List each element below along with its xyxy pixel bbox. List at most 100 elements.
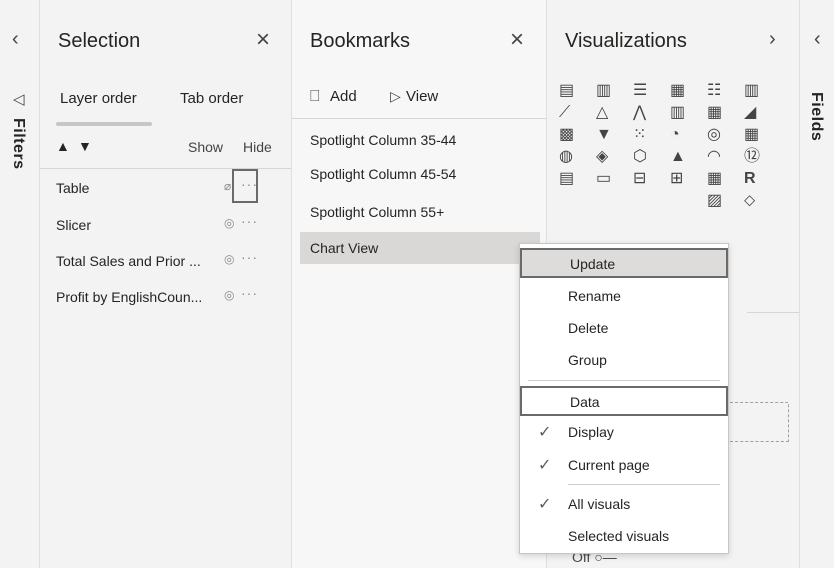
menu-item-label: All visuals bbox=[568, 496, 631, 512]
menu-item-data[interactable]: Data bbox=[520, 386, 728, 416]
add-bookmark-button[interactable]: Add bbox=[330, 88, 357, 105]
visual-type-icon[interactable]: ▥ bbox=[744, 80, 781, 102]
visual-type-icon[interactable]: R bbox=[744, 168, 781, 190]
eye-visible-icon[interactable]: ◎ bbox=[224, 216, 234, 230]
visual-type-icon[interactable] bbox=[559, 190, 596, 212]
divider bbox=[292, 118, 546, 119]
menu-item-label: Data bbox=[570, 394, 600, 410]
menu-item-current-page[interactable]: ✓ Current page bbox=[520, 451, 728, 481]
visual-type-icon[interactable]: ▦ bbox=[707, 168, 744, 190]
chevron-left-icon[interactable]: ‹ bbox=[814, 28, 821, 51]
layer-label: Profit by EnglishCoun... bbox=[56, 289, 203, 305]
visual-type-icon[interactable]: ▦ bbox=[670, 80, 707, 102]
visual-type-icon[interactable]: ▩ bbox=[559, 124, 596, 146]
visual-type-icon[interactable]: ◢ bbox=[744, 102, 781, 124]
visual-type-icon[interactable]: ◈ bbox=[596, 146, 633, 168]
menu-item-label: Current page bbox=[568, 457, 650, 473]
menu-item-delete[interactable]: Delete bbox=[520, 314, 728, 344]
bookmark-item[interactable]: Spotlight Column 45-54 bbox=[300, 158, 540, 190]
filters-label[interactable]: Filters bbox=[9, 118, 27, 170]
menu-item-label: Update bbox=[570, 256, 616, 272]
layer-label: Total Sales and Prior ... bbox=[56, 253, 201, 269]
menu-item-label: Delete bbox=[568, 320, 609, 336]
menu-item-all-visuals[interactable]: ✓ All visuals bbox=[520, 490, 728, 520]
visual-type-icon[interactable]: ▥ bbox=[670, 102, 707, 124]
more-options-icon[interactable]: ··· bbox=[241, 249, 258, 265]
layer-item-profit[interactable]: Profit by EnglishCoun... ◎ ··· bbox=[56, 285, 281, 311]
visual-type-icon[interactable]: ⊟ bbox=[633, 168, 670, 190]
visual-type-icon[interactable]: ⬦ bbox=[744, 190, 781, 212]
menu-item-display[interactable]: ✓ Display bbox=[520, 418, 728, 448]
eye-visible-icon[interactable]: ◎ bbox=[224, 252, 234, 266]
menu-item-rename[interactable]: Rename bbox=[520, 282, 728, 312]
layer-item-total-sales[interactable]: Total Sales and Prior ... ◎ ··· bbox=[56, 249, 281, 275]
visual-type-icon[interactable]: ▼ bbox=[596, 124, 633, 146]
filter-icon: ◁ bbox=[13, 91, 25, 108]
bookmark-item-selected[interactable]: Chart View bbox=[300, 232, 540, 264]
layer-label: Table bbox=[56, 180, 90, 196]
menu-item-label: Display bbox=[568, 424, 614, 440]
visual-type-icon[interactable] bbox=[633, 190, 670, 212]
visual-type-icon[interactable]: ▦ bbox=[707, 102, 744, 124]
bookmark-label: Spotlight Column 35-44 bbox=[310, 132, 457, 148]
view-button[interactable]: View bbox=[406, 88, 438, 105]
fields-pane-collapsed[interactable]: ‹ Fields bbox=[800, 0, 834, 568]
menu-divider bbox=[528, 380, 720, 381]
tab-tab-order[interactable]: Tab order bbox=[180, 90, 243, 107]
hidden-state-highlight bbox=[232, 169, 258, 203]
layer-label: Slicer bbox=[56, 217, 92, 233]
visual-type-icon[interactable]: ▭ bbox=[596, 168, 633, 190]
eye-hidden-icon[interactable]: ⌀ bbox=[224, 179, 231, 193]
visual-type-icon[interactable]: ⋀ bbox=[633, 102, 670, 124]
visual-type-icon[interactable] bbox=[670, 190, 707, 212]
bookmark-item[interactable]: Spotlight Column 55+ bbox=[300, 196, 540, 228]
visual-type-icon[interactable]: ▦ bbox=[744, 124, 781, 146]
menu-item-group[interactable]: Group bbox=[520, 346, 728, 376]
more-options-icon[interactable]: ··· bbox=[241, 213, 258, 229]
visual-type-icon[interactable]: ◎ bbox=[707, 124, 744, 146]
visual-type-icon[interactable]: ⁙ bbox=[633, 124, 670, 146]
menu-item-selected-visuals[interactable]: Selected visuals bbox=[520, 522, 728, 552]
filters-pane-collapsed[interactable]: ‹ ◁ Filters bbox=[0, 0, 40, 568]
fields-label[interactable]: Fields bbox=[807, 92, 825, 141]
visual-type-icon[interactable]: ▨ bbox=[707, 190, 744, 212]
visual-type-icon[interactable]: ☰ bbox=[633, 80, 670, 102]
visual-type-icon[interactable]: ▤ bbox=[559, 168, 596, 190]
visual-type-icon[interactable]: ▤ bbox=[559, 80, 596, 102]
bookmark-context-menu: Update Rename Delete Group Data ✓ Displa… bbox=[519, 243, 729, 554]
bookmark-label: Spotlight Column 55+ bbox=[310, 204, 445, 220]
visual-type-icon[interactable] bbox=[596, 190, 633, 212]
chevron-right-icon[interactable]: › bbox=[769, 28, 776, 51]
close-bookmarks-icon[interactable]: × bbox=[510, 26, 524, 54]
more-options-icon[interactable]: ··· bbox=[241, 285, 258, 301]
tab-layer-order[interactable]: Layer order bbox=[60, 90, 137, 107]
visual-type-icon[interactable]: ⬡ bbox=[633, 146, 670, 168]
visual-type-icon[interactable]: ◍ bbox=[559, 146, 596, 168]
visual-type-icon[interactable]: ▲ bbox=[670, 146, 707, 168]
menu-item-label: Group bbox=[568, 352, 607, 368]
bookmark-label: Spotlight Column 45-54 bbox=[310, 166, 457, 182]
move-down-icon[interactable]: ▼ bbox=[78, 138, 92, 154]
visual-type-icon[interactable]: ⟋ bbox=[559, 102, 596, 124]
active-tab-indicator bbox=[56, 122, 152, 126]
view-icon: ▷ bbox=[390, 88, 401, 104]
menu-item-update[interactable]: Update bbox=[520, 248, 728, 278]
layer-item-slicer[interactable]: Slicer ◎ ··· bbox=[56, 213, 281, 239]
visual-type-icon[interactable]: △ bbox=[596, 102, 633, 124]
visual-type-icon[interactable]: ☷ bbox=[707, 80, 744, 102]
hide-all-button[interactable]: Hide bbox=[243, 139, 272, 155]
move-up-icon[interactable]: ▲ bbox=[56, 138, 70, 154]
visual-type-icon[interactable]: ◔ bbox=[670, 124, 707, 146]
menu-item-label: Rename bbox=[568, 288, 621, 304]
visual-type-icon[interactable]: ◠ bbox=[707, 146, 744, 168]
visual-type-icon[interactable]: ⑫ bbox=[744, 146, 781, 168]
selection-pane: Selection × Layer order Tab order ▲ ▼ Sh… bbox=[40, 0, 292, 568]
visual-type-icon[interactable]: ⊞ bbox=[670, 168, 707, 190]
eye-visible-icon[interactable]: ◎ bbox=[224, 288, 234, 302]
show-all-button[interactable]: Show bbox=[188, 139, 223, 155]
close-selection-icon[interactable]: × bbox=[256, 26, 270, 54]
check-icon: ✓ bbox=[538, 424, 552, 441]
visual-type-icon[interactable]: ▥ bbox=[596, 80, 633, 102]
bookmark-item[interactable]: Spotlight Column 35-44 bbox=[300, 124, 540, 156]
chevron-left-icon[interactable]: ‹ bbox=[12, 28, 19, 51]
